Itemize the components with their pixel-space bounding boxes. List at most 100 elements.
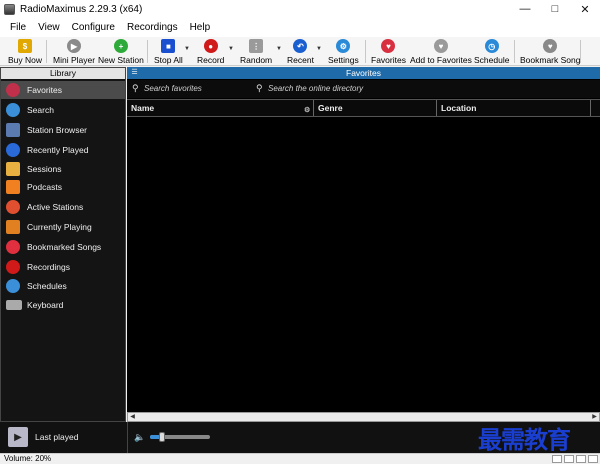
add-to-favorites-button[interactable]: ♥ Add to Favorites <box>410 37 472 66</box>
record-icon: ● <box>203 39 218 53</box>
menu-configure[interactable]: Configure <box>66 22 121 33</box>
library-item-favorites[interactable]: Favorites <box>1 81 125 99</box>
keyboard-icon <box>6 300 22 310</box>
status-indicator <box>588 455 598 463</box>
clock-icon <box>6 279 20 293</box>
toolbar-separator <box>365 40 366 63</box>
column-header-row: Name ⚙ Genre Location <box>127 99 600 117</box>
divider <box>127 422 128 453</box>
favorites-title: Favorites <box>346 68 381 78</box>
library-item-bookmarked-songs[interactable]: Bookmarked Songs <box>1 238 125 256</box>
window-controls: — □ ✕ <box>510 0 600 18</box>
record-dropdown-icon[interactable]: ▼ <box>228 46 234 52</box>
volume-slider[interactable] <box>150 432 210 442</box>
scroll-right-icon[interactable]: ▶ <box>591 414 598 421</box>
record-button[interactable]: ● Record ▼ <box>197 37 234 66</box>
recent-button[interactable]: ↶ Recent ▼ <box>287 37 322 66</box>
menu-lines-icon[interactable]: ☰ <box>130 69 139 77</box>
menu-file[interactable]: File <box>4 22 32 33</box>
library-item-sessions[interactable]: Sessions <box>1 160 125 178</box>
library-item-podcasts[interactable]: Podcasts <box>1 178 125 196</box>
dice-icon: ⋮ <box>249 39 264 53</box>
new-station-button[interactable]: + New Station <box>98 37 144 66</box>
library-item-schedules[interactable]: Schedules <box>1 277 125 295</box>
mini-player-icon: ▶ <box>67 39 82 53</box>
status-indicator <box>576 455 586 463</box>
search-icon: ⚲ <box>132 83 139 93</box>
stop-all-dropdown-icon[interactable]: ▼ <box>184 46 190 52</box>
folder-icon <box>6 162 20 176</box>
search-favorites-input[interactable]: ⚲ Search favorites <box>132 83 202 94</box>
mini-player-button[interactable]: ▶ Mini Player <box>53 37 95 66</box>
search-icon <box>6 103 20 117</box>
recent-icon <box>6 143 20 157</box>
library-panel: Library Favorites Search Station Browser… <box>0 67 126 422</box>
menu-bar: File View Configure Recordings Help <box>0 18 600 37</box>
library-header: Library <box>1 68 125 79</box>
window-title: RadioMaximus 2.29.3 (x64) <box>20 3 143 15</box>
stop-icon: ■ <box>161 39 176 53</box>
play-button[interactable]: ▶ <box>8 427 28 447</box>
favorites-list[interactable] <box>127 117 600 412</box>
app-icon <box>4 3 15 15</box>
search-online-input[interactable]: ⚲ Search the online directory <box>256 83 363 94</box>
toolbar-separator <box>46 40 47 63</box>
column-header-genre[interactable]: Genre <box>314 100 437 116</box>
heart-icon <box>6 83 20 97</box>
close-icon[interactable]: ✕ <box>570 0 600 18</box>
library-item-keyboard[interactable]: Keyboard <box>1 296 125 314</box>
clock-icon: ◷ <box>484 39 499 53</box>
random-button[interactable]: ⋮ Random ▼ <box>240 37 282 66</box>
settings-button[interactable]: ⚙ Settings <box>328 37 359 66</box>
status-indicators <box>550 455 598 463</box>
schedule-button[interactable]: ◷ Schedule <box>474 37 509 66</box>
buy-now-button[interactable]: $ Buy Now <box>8 37 42 66</box>
recent-dropdown-icon[interactable]: ▼ <box>316 46 322 52</box>
scroll-left-icon[interactable]: ◀ <box>129 414 136 421</box>
favorites-panel: ☰ Favorites ⚲ Search favorites ⚲ Search … <box>127 67 600 422</box>
status-indicator <box>552 455 562 463</box>
toolbar-separator <box>580 40 581 63</box>
bookmark-icon: ♥ <box>543 39 558 53</box>
rss-icon <box>6 180 20 194</box>
library-item-recently-played[interactable]: Recently Played <box>1 141 125 159</box>
recent-icon: ↶ <box>293 39 308 53</box>
title-bar: RadioMaximus 2.29.3 (x64) — □ ✕ <box>0 0 600 18</box>
volume-icon[interactable]: 🔈 <box>134 432 145 443</box>
station-browser-icon <box>6 123 20 137</box>
column-header-name[interactable]: Name ⚙ <box>127 100 314 116</box>
menu-recordings[interactable]: Recordings <box>121 22 184 33</box>
favorites-button[interactable]: ♥ Favorites <box>371 37 406 66</box>
library-item-currently-playing[interactable]: Currently Playing <box>1 218 125 236</box>
heart-add-icon: ♥ <box>433 39 448 53</box>
heart-icon: ♥ <box>381 39 396 53</box>
menu-view[interactable]: View <box>32 22 66 33</box>
stop-all-button[interactable]: ■ Stop All ▼ <box>154 37 190 66</box>
last-played-label: Last played <box>35 432 79 442</box>
watermark-logo: 最需教育 <box>478 425 571 454</box>
heart-icon <box>6 240 20 254</box>
volume-status: Volume: 20% <box>4 454 52 463</box>
buy-now-icon: $ <box>18 39 32 53</box>
toolbar: $ Buy Now ▶ Mini Player + New Station ■ … <box>0 37 600 66</box>
favorites-header: ☰ Favorites <box>127 67 600 79</box>
random-dropdown-icon[interactable]: ▼ <box>276 46 282 52</box>
toolbar-separator <box>514 40 515 63</box>
menu-help[interactable]: Help <box>184 22 217 33</box>
search-row: ⚲ Search favorites ⚲ Search the online d… <box>127 80 600 98</box>
bookmark-song-button[interactable]: ♥ Bookmark Song <box>520 37 580 66</box>
maximize-icon[interactable]: □ <box>540 0 570 18</box>
column-header-location[interactable]: Location <box>437 100 591 116</box>
library-item-search[interactable]: Search <box>1 101 125 119</box>
active-stations-icon <box>6 200 20 214</box>
library-item-active-stations[interactable]: Active Stations <box>1 198 125 216</box>
minimize-icon[interactable]: — <box>510 0 540 18</box>
toolbar-separator <box>147 40 148 63</box>
status-indicator <box>564 455 574 463</box>
search-icon: ⚲ <box>256 83 263 93</box>
library-item-station-browser[interactable]: Station Browser <box>1 121 125 139</box>
record-icon <box>6 260 20 274</box>
volume-knob[interactable] <box>159 432 165 442</box>
music-note-icon <box>6 220 20 234</box>
library-item-recordings[interactable]: Recordings <box>1 258 125 276</box>
